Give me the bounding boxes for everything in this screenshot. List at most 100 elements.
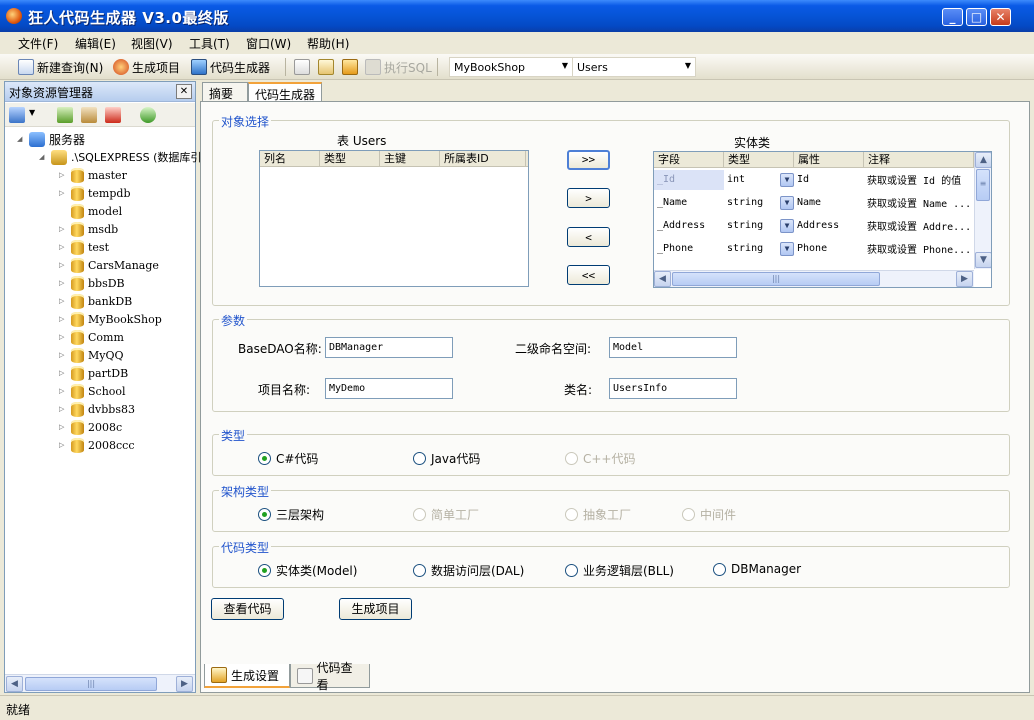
entity-row[interactable]: _Phone string ▼ Phone 获取或设置 Phone... bbox=[654, 237, 974, 260]
tree-database-node[interactable]: ▷ bbsDB bbox=[59, 274, 125, 292]
add-icon[interactable] bbox=[57, 107, 73, 123]
tree-database-node[interactable]: ▷ partDB bbox=[59, 364, 128, 382]
radio-csharp[interactable]: C#代码 bbox=[258, 450, 318, 467]
entity-type-dropdown[interactable]: ▼ bbox=[776, 172, 794, 187]
explorer-horizontal-scrollbar[interactable]: ◀ ||| ▶ bbox=[5, 674, 195, 692]
tree-database-node[interactable]: ▷ 2008ccc bbox=[59, 436, 134, 454]
expand-icon[interactable]: ▷ bbox=[59, 171, 67, 179]
tree-database-node[interactable]: ▷ 2008c bbox=[59, 418, 122, 436]
expand-icon[interactable]: ▷ bbox=[59, 333, 67, 341]
connect-icon[interactable] bbox=[9, 107, 25, 123]
entity-field-cell[interactable]: _Name bbox=[654, 197, 724, 208]
entity-prop-cell[interactable]: Address bbox=[794, 220, 864, 231]
menu-help[interactable]: 帮助(H) bbox=[307, 35, 349, 52]
radio-model[interactable]: 实体类(Model) bbox=[258, 562, 357, 579]
chevron-down-icon[interactable]: ▼ bbox=[780, 172, 794, 187]
expand-icon[interactable]: ▷ bbox=[59, 279, 67, 287]
tree-database-node[interactable]: ▷ Comm bbox=[59, 328, 124, 346]
expand-icon[interactable]: ▷ bbox=[59, 405, 67, 413]
table-columns-grid[interactable]: 列名 类型 主键 所属表ID bbox=[259, 150, 529, 287]
entity-field-cell[interactable]: _Phone bbox=[654, 243, 724, 254]
tree-database-node[interactable]: ▷ MyBookShop bbox=[59, 310, 162, 328]
basedao-input[interactable]: DBManager bbox=[325, 337, 453, 358]
tool3-button[interactable] bbox=[342, 58, 358, 76]
menu-window[interactable]: 窗口(W) bbox=[246, 35, 291, 52]
scroll-left-icon[interactable]: ◀ bbox=[6, 676, 23, 692]
entity-row[interactable]: _Address string ▼ Address 获取或设置 Addre... bbox=[654, 214, 974, 237]
scroll-up-icon[interactable]: ▲ bbox=[975, 152, 991, 168]
code-gen-toolbar-button[interactable]: 代码生成器 bbox=[191, 58, 270, 76]
collapse-icon[interactable]: ◢ bbox=[39, 153, 47, 161]
close-icon[interactable]: ✕ bbox=[176, 84, 192, 99]
prop-header[interactable]: 属性 bbox=[794, 152, 864, 167]
tool2-button[interactable] bbox=[318, 58, 334, 76]
tool1-button[interactable] bbox=[294, 58, 310, 76]
col-name-header[interactable]: 列名 bbox=[260, 151, 320, 166]
note-header[interactable]: 注释 bbox=[864, 152, 974, 167]
close-button[interactable]: ✕ bbox=[990, 8, 1011, 26]
radio-cpp[interactable]: C++代码 bbox=[565, 450, 636, 467]
radio-simple-factory[interactable]: 简单工厂 bbox=[413, 506, 479, 523]
tree-database-node[interactable]: ▷ MyQQ bbox=[59, 346, 124, 364]
delete-icon[interactable] bbox=[105, 107, 121, 123]
radio-java[interactable]: Java代码 bbox=[413, 450, 480, 467]
generate-project-button[interactable]: 生成项目 bbox=[339, 598, 412, 620]
expand-icon[interactable]: ▷ bbox=[59, 387, 67, 395]
tree-database-node[interactable]: ▷ test bbox=[59, 238, 109, 256]
tree-database-node[interactable]: ▷ tempdb bbox=[59, 184, 131, 202]
tab-summary[interactable]: 摘要 bbox=[202, 82, 248, 102]
scroll-thumb[interactable]: ||| bbox=[672, 272, 880, 286]
scroll-right-icon[interactable]: ▶ bbox=[176, 676, 193, 692]
move-all-right-button[interactable]: >> bbox=[567, 150, 610, 170]
scroll-down-icon[interactable]: ▼ bbox=[975, 252, 991, 268]
radio-dbmanager[interactable]: DBManager bbox=[713, 562, 801, 576]
scroll-thumb[interactable]: ≡ bbox=[976, 169, 990, 201]
col-pk-header[interactable]: 主键 bbox=[380, 151, 440, 166]
col-tableid-header[interactable]: 所属表ID bbox=[440, 151, 526, 166]
expand-icon[interactable]: ▷ bbox=[59, 243, 67, 251]
chevron-down-icon[interactable]: ▼ bbox=[29, 108, 35, 117]
move-right-button[interactable]: > bbox=[567, 188, 610, 208]
entity-prop-cell[interactable]: Phone bbox=[794, 243, 864, 254]
move-all-left-button[interactable]: << bbox=[567, 265, 610, 285]
entity-note-cell[interactable]: 获取或设置 Addre... bbox=[864, 218, 974, 233]
entity-note-cell[interactable]: 获取或设置 Name ... bbox=[864, 195, 974, 210]
entity-vertical-scrollbar[interactable]: ▲ ≡ ▼ bbox=[974, 152, 991, 269]
chevron-down-icon[interactable]: ▼ bbox=[780, 218, 794, 233]
project-name-input[interactable]: MyDemo bbox=[325, 378, 453, 399]
radio-abstract-factory[interactable]: 抽象工厂 bbox=[565, 506, 631, 523]
chevron-down-icon[interactable]: ▼ bbox=[780, 241, 794, 256]
tab-code-generator[interactable]: 代码生成器 bbox=[248, 82, 322, 103]
field-header[interactable]: 字段 bbox=[654, 152, 724, 167]
menu-file[interactable]: 文件(F) bbox=[18, 35, 58, 52]
expand-icon[interactable]: ▷ bbox=[59, 441, 67, 449]
view-code-button[interactable]: 查看代码 bbox=[211, 598, 284, 620]
tab-code-view[interactable]: 代码查看 bbox=[290, 661, 370, 692]
class-name-input[interactable]: UsersInfo bbox=[609, 378, 737, 399]
table-combo[interactable]: Users ▼ bbox=[572, 57, 696, 77]
maximize-button[interactable]: □ bbox=[966, 8, 987, 26]
exec-sql-button[interactable]: 执行SQL bbox=[365, 58, 432, 76]
chevron-down-icon[interactable]: ▼ bbox=[780, 195, 794, 210]
tree-database-node[interactable]: ▷ CarsManage bbox=[59, 256, 159, 274]
expand-icon[interactable]: ▷ bbox=[59, 297, 67, 305]
refresh-icon[interactable] bbox=[140, 107, 156, 123]
expand-icon[interactable]: ▷ bbox=[59, 189, 67, 197]
radio-middleware[interactable]: 中间件 bbox=[682, 506, 736, 523]
scroll-right-icon[interactable]: ▶ bbox=[956, 271, 973, 287]
tree-database-node[interactable]: ▷ master bbox=[59, 166, 127, 184]
radio-bll[interactable]: 业务逻辑层(BLL) bbox=[565, 562, 674, 579]
database-combo[interactable]: MyBookShop ▼ bbox=[449, 57, 573, 77]
minimize-button[interactable]: _ bbox=[942, 8, 963, 26]
expand-icon[interactable]: ▷ bbox=[59, 423, 67, 431]
entity-horizontal-scrollbar[interactable]: ◀ ||| ▶ bbox=[654, 270, 974, 287]
tree-database-node[interactable]: ▷ dvbbs83 bbox=[59, 400, 135, 418]
move-left-button[interactable]: < bbox=[567, 227, 610, 247]
tree-server-node[interactable]: ◢ 服务器 bbox=[17, 130, 85, 148]
entity-type-cell[interactable]: string bbox=[724, 197, 776, 208]
entity-type-dropdown[interactable]: ▼ bbox=[776, 218, 794, 233]
expand-icon[interactable]: ▷ bbox=[59, 261, 67, 269]
entity-prop-cell[interactable]: Id bbox=[794, 174, 864, 185]
entity-note-cell[interactable]: 获取或设置 Phone... bbox=[864, 241, 974, 256]
radio-three-tier[interactable]: 三层架构 bbox=[258, 506, 324, 523]
